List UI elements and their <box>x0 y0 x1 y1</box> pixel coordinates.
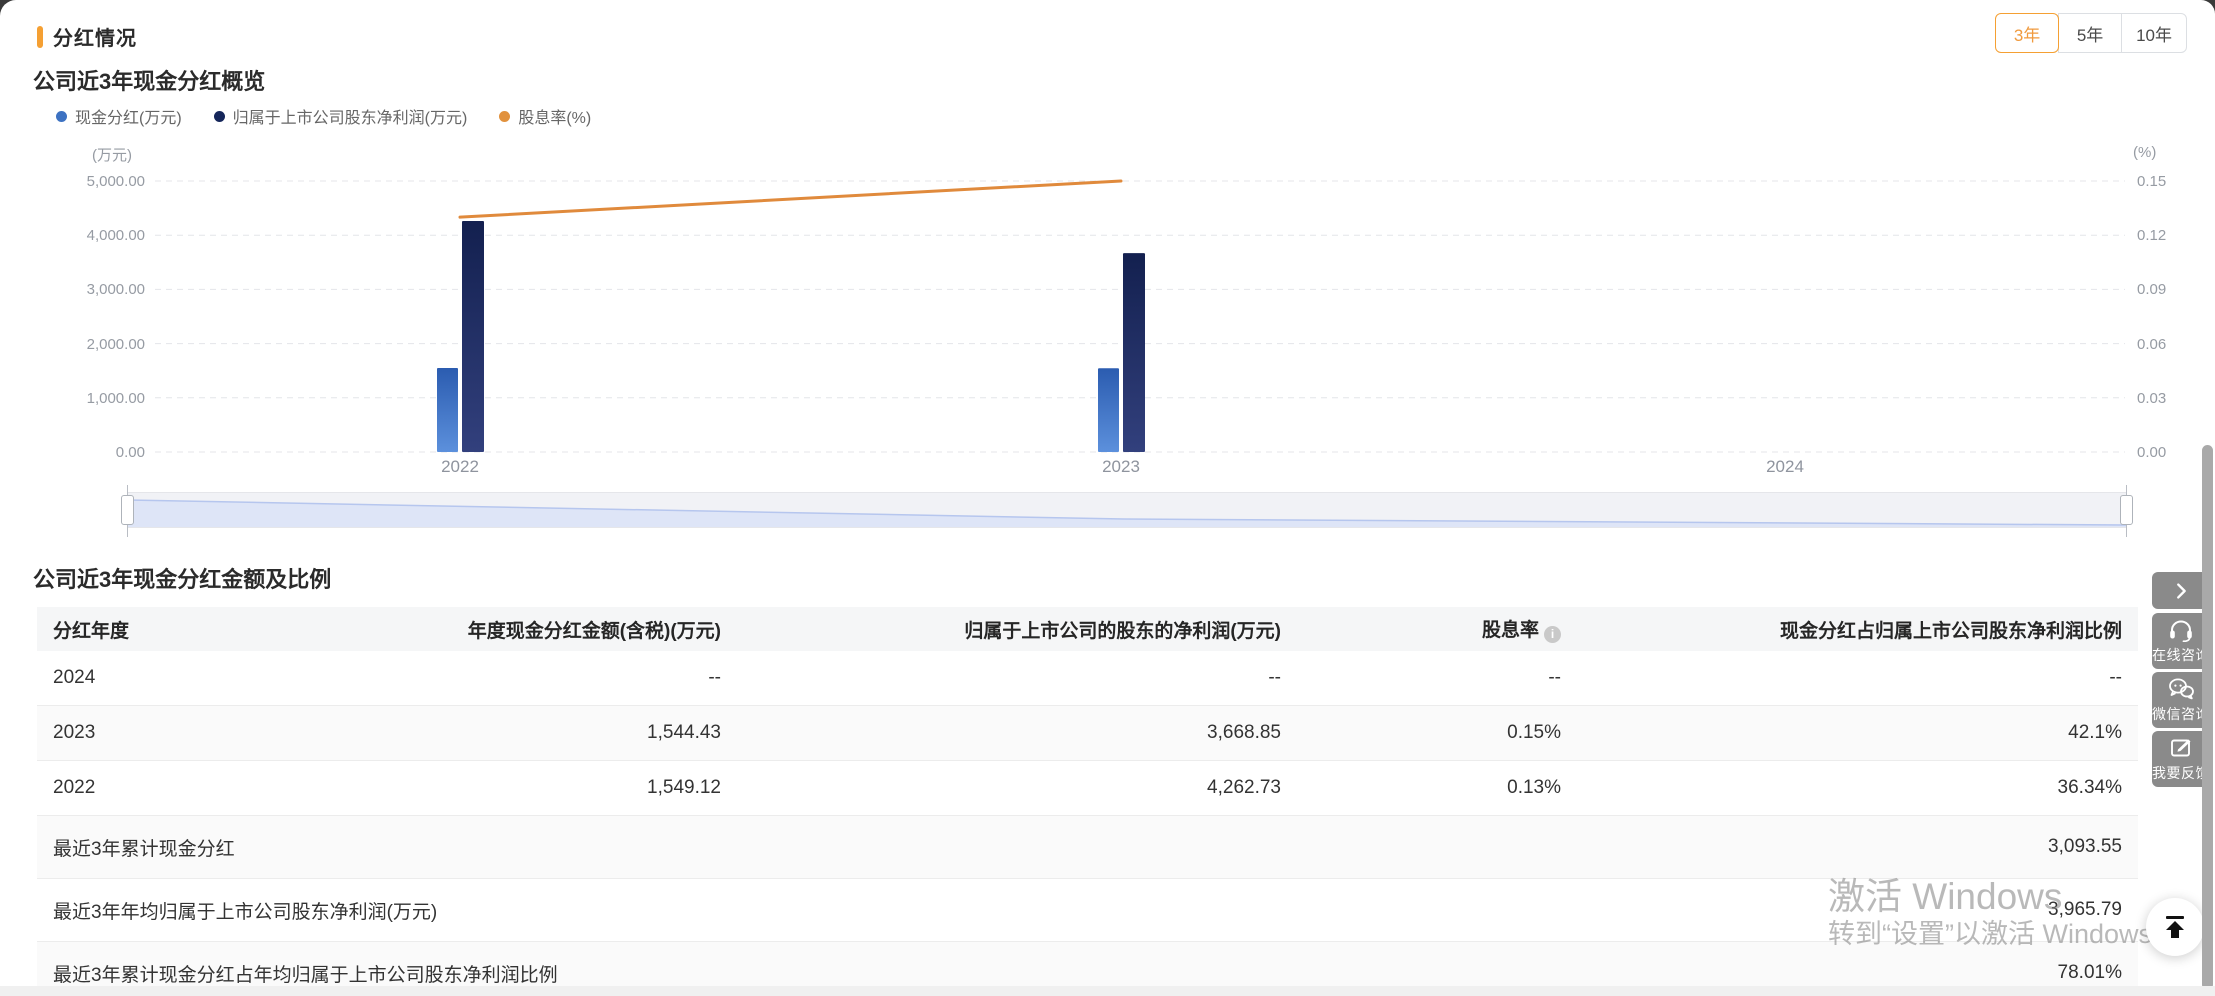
range-button-5y[interactable]: 5年 <box>2058 13 2123 53</box>
summary-row: 最近3年累计现金分红占年均归属于上市公司股东净利润比例 78.01% <box>37 941 2138 986</box>
feedback-icon <box>2171 739 2191 756</box>
cell-profit: 4,262.73 <box>737 760 1297 816</box>
back-to-top-button[interactable] <box>2146 898 2204 956</box>
y-axis-unit-right: (%) <box>2133 144 2157 161</box>
dividend-table: 分红年度 年度现金分红金额(含税)(万元) 归属于上市公司的股东的净利润(万元)… <box>37 607 2138 986</box>
col-header-dividend: 年度现金分红金额(含税)(万元) <box>307 607 737 651</box>
y-axis-tick-left: 2,000.00 <box>86 335 145 353</box>
cell-dividend: 1,549.12 <box>307 760 737 816</box>
chart-section-title: 公司近3年现金分红概览 <box>33 69 266 94</box>
cell-dividend: 1,544.43 <box>307 705 737 761</box>
time-range-switch: 3年 5年 10年 <box>1995 13 2187 53</box>
x-axis-label: 2023 <box>1102 457 1140 476</box>
legend-label: 股息率(%) <box>518 110 592 127</box>
arrow-up-to-top-icon <box>2166 916 2184 938</box>
summary-value: 78.01% <box>1577 941 2138 986</box>
x-axis-label: 2024 <box>1766 457 1804 476</box>
y-axis-tick-left: 3,000.00 <box>86 281 145 299</box>
cell-yield: -- <box>1297 651 1577 706</box>
table-row: 2022 1,549.12 4,262.73 0.13% 36.34% <box>37 760 2138 816</box>
datazoom-handle-right[interactable] <box>2120 495 2133 525</box>
col-header-yield: 股息率 i <box>1297 607 1577 651</box>
y-axis-unit-left: (万元) <box>92 147 132 164</box>
headset-icon <box>2170 620 2192 642</box>
datazoom-handle-left[interactable] <box>121 495 134 525</box>
cell-profit: 3,668.85 <box>737 705 1297 761</box>
col-header-profit: 归属于上市公司的股东的净利润(万元) <box>737 607 1297 651</box>
y-axis-tick-left: 4,000.00 <box>86 227 145 245</box>
wechat-icon <box>2169 678 2194 699</box>
cell-yield: 0.13% <box>1297 760 1577 816</box>
legend-item-profit[interactable]: 归属于上市公司股东净利润(万元) <box>213 104 468 128</box>
y-axis-tick-right: 0.12 <box>2137 227 2167 245</box>
range-button-3y[interactable]: 3年 <box>1995 13 2060 53</box>
cell-dividend: -- <box>307 651 737 706</box>
summary-label: 最近3年累计现金分红占年均归属于上市公司股东净利润比例 <box>37 941 1577 986</box>
cell-ratio: 42.1% <box>1577 705 2138 761</box>
cell-ratio: 36.34% <box>1577 760 2138 816</box>
x-axis-label: 2022 <box>441 457 479 476</box>
cell-year: 2024 <box>37 651 307 706</box>
summary-value: 3,965.79 <box>1577 878 2138 942</box>
summary-label: 最近3年累计现金分红 <box>37 815 1577 879</box>
cell-year: 2023 <box>37 705 307 761</box>
cell-ratio: -- <box>1577 651 2138 706</box>
y-axis-tick-right: 0.15 <box>2137 173 2167 190</box>
chevron-right-icon <box>2177 582 2186 599</box>
cell-profit: -- <box>737 651 1297 706</box>
summary-row: 最近3年累计现金分红 3,093.55 <box>37 815 2138 879</box>
col-header-ratio: 现金分红占归属上市公司股东净利润比例 <box>1577 607 2138 651</box>
datazoom-slider[interactable] <box>121 485 2133 537</box>
legend-label: 现金分红(万元) <box>75 110 182 127</box>
y-axis-tick-right: 0.03 <box>2137 389 2167 407</box>
page-title: 分红情况 <box>53 28 137 50</box>
y-axis-tick-left: 5,000.00 <box>86 173 145 190</box>
vertical-scrollbar-thumb[interactable] <box>2202 445 2213 986</box>
legend-label: 归属于上市公司股东净利润(万元) <box>232 110 468 127</box>
col-header-year: 分红年度 <box>37 607 307 651</box>
y-axis-tick-right: 0.00 <box>2137 444 2167 461</box>
summary-value: 3,093.55 <box>1577 815 2138 879</box>
y-axis-tick-left: 0.00 <box>115 444 145 461</box>
legend-dot-yield-icon <box>499 110 511 122</box>
info-icon[interactable]: i <box>1544 626 1561 643</box>
table-header-row: 分红年度 年度现金分红金额(含税)(万元) 归属于上市公司的股东的净利润(万元)… <box>37 607 2138 651</box>
y-axis-tick-right: 0.09 <box>2137 281 2167 299</box>
summary-label: 最近3年年均归属于上市公司股东净利润(万元) <box>37 878 1577 942</box>
chart-legend: 现金分红(万元) 归属于上市公司股东净利润(万元) 股息率(%) <box>56 104 591 128</box>
col-header-yield-label: 股息率 <box>1481 620 1539 641</box>
table-section-title: 公司近3年现金分红金额及比例 <box>33 567 332 592</box>
summary-row: 最近3年年均归属于上市公司股东净利润(万元) 3,965.79 <box>37 878 2138 942</box>
table-row: 2023 1,544.43 3,668.85 0.15% 42.1% <box>37 705 2138 761</box>
accent-bar <box>37 25 43 48</box>
legend-dot-cash-icon <box>56 110 67 122</box>
y-axis-tick-left: 1,000.00 <box>86 389 145 407</box>
legend-item-yield[interactable]: 股息率(%) <box>499 104 591 128</box>
y-axis-tick-right: 0.06 <box>2137 335 2167 353</box>
cell-year: 2022 <box>37 760 307 816</box>
cell-yield: 0.15% <box>1297 705 1577 761</box>
table-row: 2024 -- -- -- -- <box>37 651 2138 706</box>
section-header: 分红情况 <box>37 22 137 51</box>
legend-item-cash[interactable]: 现金分红(万元) <box>56 104 182 128</box>
range-button-10y[interactable]: 10年 <box>2121 13 2187 53</box>
legend-dot-profit-icon <box>213 110 225 122</box>
dividend-panel: 分红情况 3年 5年 10年 公司近3年现金分红概览 现金分红(万元) 归属于上… <box>0 0 2215 986</box>
datazoom-preview <box>127 499 2127 527</box>
